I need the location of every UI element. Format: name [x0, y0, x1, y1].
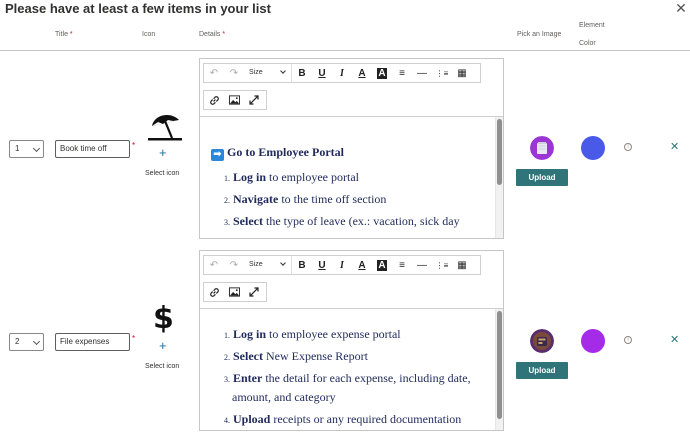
list-item: 1. Log in to employee expense portal [224, 327, 401, 341]
align-icon[interactable]: ≡ [392, 256, 412, 274]
column-header-pick-image: Pick an Image [517, 31, 562, 38]
table-icon[interactable]: ▦ [452, 256, 472, 274]
list-item: 2. Navigate to the time off section [224, 192, 387, 206]
row-2-select-icon-label[interactable]: Select icon [145, 363, 179, 370]
dialog-title: Please have at least a few items in your… [5, 1, 271, 16]
row-1-title-input[interactable]: Book time off [55, 140, 130, 158]
redo-icon[interactable]: ↷ [224, 64, 244, 82]
numbered-list-icon[interactable]: ⋮≡ [432, 256, 452, 274]
row-2-toolbar-row-1: ↶ ↷ Size B U I A A ≡ — ⋮≡ ▦ [203, 255, 481, 275]
row-2-remove-icon[interactable]: ✕ [670, 335, 679, 346]
align-icon[interactable]: ≡ [392, 64, 412, 82]
row-1-details-heading: ➡ Go to Employee Portal [211, 145, 344, 161]
row-2-title-input[interactable]: File expenses [55, 333, 130, 351]
row-1-required-mark: * [132, 141, 136, 150]
font-color-button[interactable]: A [352, 256, 372, 274]
row-1-select-icon-label[interactable]: Select icon [145, 170, 179, 177]
row-1-toolbar-row-1: ↶ ↷ Size B U I A A ≡ — ⋮≡ ▦ [203, 63, 481, 83]
row-1-toolbar-row-2 [203, 90, 267, 110]
row-1-editor-scrollbar[interactable] [495, 117, 503, 238]
expand-icon[interactable] [244, 91, 264, 109]
column-header-details: Details * [199, 31, 226, 38]
row-1-add-icon[interactable]: + [159, 146, 167, 159]
bold-button[interactable]: B [292, 256, 312, 274]
row-1-color-swatch[interactable] [581, 136, 605, 160]
row-1-details-editor[interactable]: ↶ ↷ Size B U I A A ≡ — ⋮≡ ▦ ➡ Go to Empl… [199, 58, 504, 239]
underline-button[interactable]: U [312, 64, 332, 82]
dollar-sign-icon[interactable]: $ [153, 302, 174, 336]
highlight-color-button[interactable]: A [372, 64, 392, 82]
link-icon[interactable] [204, 91, 224, 109]
undo-icon[interactable]: ↶ [204, 64, 224, 82]
row-1-editor-toolbar: ↶ ↷ Size B U I A A ≡ — ⋮≡ ▦ [200, 59, 503, 116]
list-item: amount, and category [232, 390, 336, 404]
row-2-details-editor[interactable]: ↶ ↷ Size B U I A A ≡ — ⋮≡ ▦ 1. Log in to… [199, 250, 504, 431]
header-divider [0, 50, 690, 51]
row-1-number-select[interactable]: 1 [9, 140, 44, 158]
row-2-editor-content[interactable]: 1. Log in to employee expense portal 2. … [200, 309, 496, 430]
row-2-required-mark: * [132, 334, 136, 343]
horizontal-rule-icon[interactable]: — [412, 64, 432, 82]
row-2-upload-button[interactable]: Upload [516, 362, 568, 379]
row-2-scrollbar-thumb[interactable] [497, 311, 502, 419]
expand-icon[interactable] [244, 283, 264, 301]
list-item: 1. Log in to employee portal [224, 170, 359, 184]
table-icon[interactable]: ▦ [452, 64, 472, 82]
row-2-add-icon[interactable]: + [159, 339, 167, 352]
arrow-right-icon: ➡ [211, 149, 224, 161]
column-header-color: Color [579, 40, 596, 47]
link-icon[interactable] [204, 283, 224, 301]
row-2-number-select[interactable]: 2 [9, 333, 44, 351]
image-icon[interactable] [224, 91, 244, 109]
row-1-info-icon[interactable]: i [624, 143, 632, 151]
font-color-button[interactable]: A [352, 64, 372, 82]
image-icon[interactable] [224, 283, 244, 301]
horizontal-rule-icon[interactable]: — [412, 256, 432, 274]
font-size-dropdown[interactable]: Size [244, 64, 292, 82]
italic-button[interactable]: I [332, 256, 352, 274]
underline-button[interactable]: U [312, 256, 332, 274]
row-1-editor-content[interactable]: ➡ Go to Employee Portal 1. Log in to emp… [200, 117, 496, 238]
column-header-icon: Icon [142, 31, 156, 38]
row-2-editor-scrollbar[interactable] [495, 309, 503, 430]
row-1-upload-button[interactable]: Upload [516, 169, 568, 186]
row-1-scrollbar-thumb[interactable] [497, 119, 502, 185]
beach-umbrella-icon[interactable] [146, 112, 184, 144]
list-item: 4. Upload receipts or any required docum… [224, 412, 462, 426]
row-2-toolbar-row-2 [203, 282, 267, 302]
numbered-list-icon[interactable]: ⋮≡ [432, 64, 452, 82]
row-1-image-thumbnail [530, 136, 554, 160]
font-size-dropdown[interactable]: Size [244, 256, 292, 274]
list-item: 2. Select New Expense Report [224, 349, 368, 363]
undo-icon[interactable]: ↶ [204, 256, 224, 274]
list-item: 3. Select the type of leave (ex.: vacati… [224, 214, 460, 228]
redo-icon[interactable]: ↷ [224, 256, 244, 274]
row-2-color-swatch[interactable] [581, 329, 605, 353]
italic-button[interactable]: I [332, 64, 352, 82]
close-icon[interactable]: ✕ [674, 1, 688, 15]
bold-button[interactable]: B [292, 64, 312, 82]
column-header-element: Element [579, 22, 605, 29]
column-header-title: Title * [55, 31, 73, 38]
highlight-color-button[interactable]: A [372, 256, 392, 274]
row-2-editor-toolbar: ↶ ↷ Size B U I A A ≡ — ⋮≡ ▦ [200, 251, 503, 308]
row-2-image-thumbnail [530, 329, 554, 353]
row-2-info-icon[interactable]: i [624, 336, 632, 344]
row-1-remove-icon[interactable]: ✕ [670, 142, 679, 153]
